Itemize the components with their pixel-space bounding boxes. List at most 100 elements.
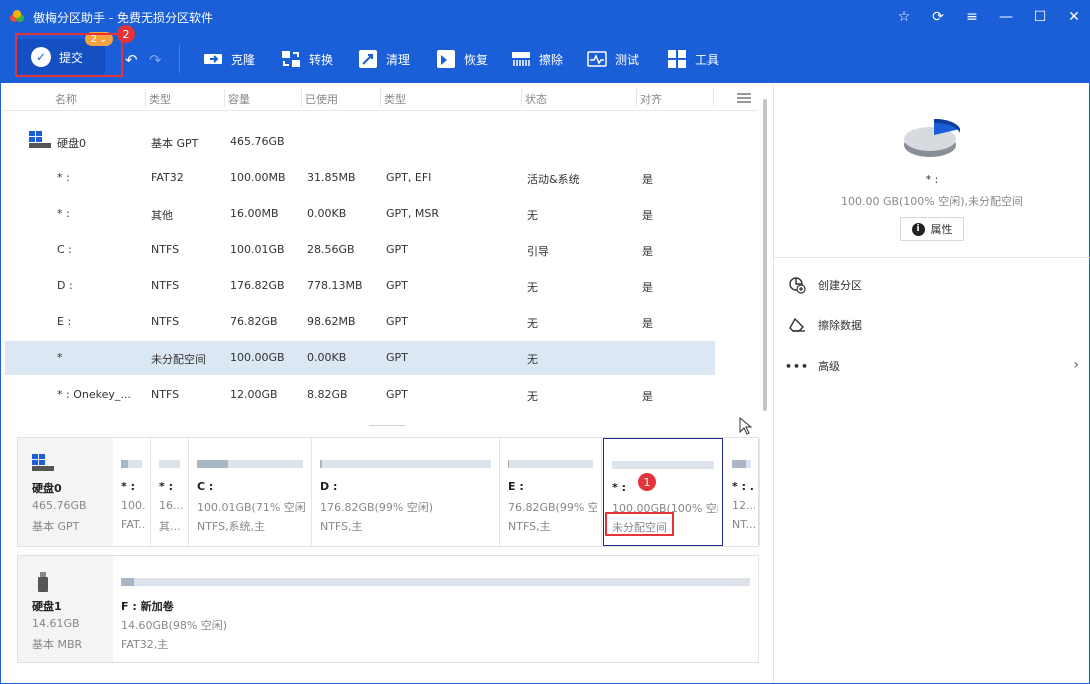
- table-header: 名称 类型 容量 已使用 类型 状态 对齐: [3, 85, 758, 111]
- annotation-box-submit: [15, 33, 123, 77]
- usb-drive-icon: [38, 572, 48, 595]
- pane-splitter[interactable]: [369, 425, 405, 426]
- annotation-marker-2: 2: [117, 25, 135, 43]
- disk0-partition-block[interactable]: E : 76.82GB(99% 空... NTFS,主: [500, 438, 602, 546]
- partition-label: * : ...: [732, 480, 755, 493]
- favorite-star-icon[interactable]: ☆: [887, 1, 921, 33]
- table-row[interactable]: * : Onekey_... NTFS 12.00GB 8.82GB GPT 无 是: [5, 378, 715, 412]
- table-row[interactable]: E : NTFS 76.82GB 98.62MB GPT 无 是: [5, 305, 715, 339]
- disk0-partition-block[interactable]: * : 16... 其...: [151, 438, 189, 546]
- column-header-name[interactable]: 名称: [55, 91, 77, 107]
- column-settings-icon[interactable]: [737, 93, 751, 103]
- partition-details: NTFS,主: [320, 520, 363, 533]
- test-icon: [587, 49, 607, 69]
- cell-align: 是: [642, 317, 653, 330]
- cell-type: NTFS: [151, 279, 180, 292]
- cell-capacity: 100.00GB: [230, 351, 285, 364]
- cell-align: 是: [642, 390, 653, 403]
- partition-pie-icon: [904, 118, 960, 157]
- tools-button[interactable]: 工具: [667, 45, 719, 73]
- usage-bar: [612, 461, 714, 469]
- wipe-icon: [511, 49, 531, 69]
- redo-icon[interactable]: ↷: [149, 51, 162, 69]
- table-row[interactable]: C : NTFS 100.01GB 28.56GB GPT 引导 是: [5, 233, 715, 267]
- properties-button[interactable]: i 属性: [900, 217, 964, 241]
- wipe-button[interactable]: 擦除: [511, 45, 563, 73]
- disk0-info[interactable]: 硬盘0 465.76GB 基本 GPT: [18, 438, 113, 546]
- cell-capacity: 100.00MB: [230, 171, 286, 184]
- convert-button[interactable]: 转换: [281, 45, 333, 73]
- undo-icon[interactable]: ↶: [125, 51, 138, 69]
- create-partition-icon: [788, 276, 806, 294]
- close-button[interactable]: ✕: [1057, 1, 1090, 33]
- cell-align: 是: [642, 173, 653, 186]
- clone-button[interactable]: 克隆: [203, 45, 255, 73]
- selected-partition-summary: 100.00 GB(100% 空闲),未分配空间: [840, 195, 1024, 208]
- table-row[interactable]: * : FAT32 100.00MB 31.85MB GPT, EFI 活动&系统 是: [5, 161, 715, 195]
- column-header-align[interactable]: 对齐: [640, 91, 662, 107]
- clean-button[interactable]: 清理: [358, 45, 410, 73]
- partition-size: 16...: [159, 499, 184, 512]
- partition-label: * :: [159, 480, 173, 493]
- cell-name: *: [57, 351, 63, 364]
- panel-divider: [774, 257, 1090, 258]
- disk0-partition-block[interactable]: * : ... 12.... NT...: [724, 438, 760, 546]
- disk-row[interactable]: 硬盘0 基本 GPT 465.76GB: [5, 125, 715, 159]
- disk-type: 基本 GPT: [151, 137, 199, 150]
- disk0-name: 硬盘0: [32, 482, 62, 495]
- disk1-map: 硬盘1 14.61GB 基本 MBR F : 新加卷 14.60GB(98% 空闲…: [17, 555, 759, 663]
- disk1-partition-block[interactable]: F : 新加卷 14.60GB(98% 空闲) FAT32,主: [113, 556, 759, 662]
- usage-bar-fill: [121, 578, 134, 586]
- annotation-marker-1: 1: [638, 473, 656, 491]
- app-logo-icon: [9, 9, 25, 25]
- column-header-capacity[interactable]: 容量: [228, 91, 250, 107]
- minimize-button[interactable]: —: [989, 1, 1023, 33]
- partition-size: 176.82GB(99% 空闲): [320, 501, 434, 514]
- menu-icon[interactable]: ≡: [955, 1, 989, 33]
- convert-label: 转换: [309, 52, 334, 67]
- table-row[interactable]: * 未分配空间 100.00GB 0.00KB GPT 无: [5, 341, 715, 375]
- create-partition-action[interactable]: 创建分区: [788, 275, 862, 295]
- disk1-name: 硬盘1: [32, 600, 62, 613]
- column-header-partition-type[interactable]: 类型: [384, 91, 406, 107]
- vertical-scrollbar[interactable]: [763, 99, 767, 411]
- cell-ptype: GPT: [386, 315, 408, 328]
- disk1-info[interactable]: 硬盘1 14.61GB 基本 MBR: [18, 556, 113, 662]
- toolbar-divider: [179, 45, 180, 73]
- test-button[interactable]: 测试: [587, 45, 639, 73]
- disk0-partition-block[interactable]: * : 100... FAT...: [113, 438, 151, 546]
- cell-type: NTFS: [151, 388, 180, 401]
- column-header-used[interactable]: 已使用: [305, 91, 338, 107]
- table-row[interactable]: * : 其他 16.00MB 0.00KB GPT, MSR 无 是: [5, 197, 715, 231]
- partition-size: 12....: [732, 499, 755, 512]
- cell-capacity: 76.82GB: [230, 315, 278, 328]
- cell-used: 0.00KB: [307, 207, 347, 220]
- usage-bar-fill: [197, 460, 228, 468]
- test-label: 测试: [615, 52, 640, 67]
- clone-icon: [203, 49, 223, 69]
- disk0-partition-block[interactable]: C : 100.01GB(71% 空闲) NTFS,系统,主: [189, 438, 312, 546]
- cell-type: NTFS: [151, 315, 180, 328]
- disk0-partition-block[interactable]: D : 176.82GB(99% 空闲) NTFS,主: [312, 438, 500, 546]
- clean-label: 清理: [386, 52, 411, 67]
- partition-details: FAT...: [121, 518, 146, 531]
- partition-size: 100...: [121, 499, 146, 512]
- cell-ptype: GPT, EFI: [386, 171, 432, 184]
- usage-bar-fill: [508, 460, 509, 468]
- recover-button[interactable]: 恢复: [436, 45, 488, 73]
- cell-ptype: GPT: [386, 351, 408, 364]
- column-header-status[interactable]: 状态: [525, 91, 547, 107]
- column-header-type[interactable]: 类型: [149, 91, 171, 107]
- table-row[interactable]: D : NTFS 176.82GB 778.13MB GPT 无 是: [5, 269, 715, 303]
- maximize-button[interactable]: ☐: [1023, 1, 1057, 33]
- refresh-icon[interactable]: ⟳: [921, 1, 955, 33]
- wipe-data-action[interactable]: 擦除数据: [788, 315, 862, 335]
- cell-name: * :: [57, 171, 70, 184]
- cell-capacity: 176.82GB: [230, 279, 285, 292]
- usage-bar: [159, 460, 180, 468]
- advanced-action[interactable]: ••• 高级: [785, 356, 840, 376]
- chevron-right-icon[interactable]: ›: [1073, 357, 1079, 373]
- details-panel: * : 100.00 GB(100% 空闲),未分配空间 i 属性 创建分区 擦…: [773, 85, 1090, 683]
- usage-bar: [508, 460, 593, 468]
- cell-status: 无: [527, 209, 538, 222]
